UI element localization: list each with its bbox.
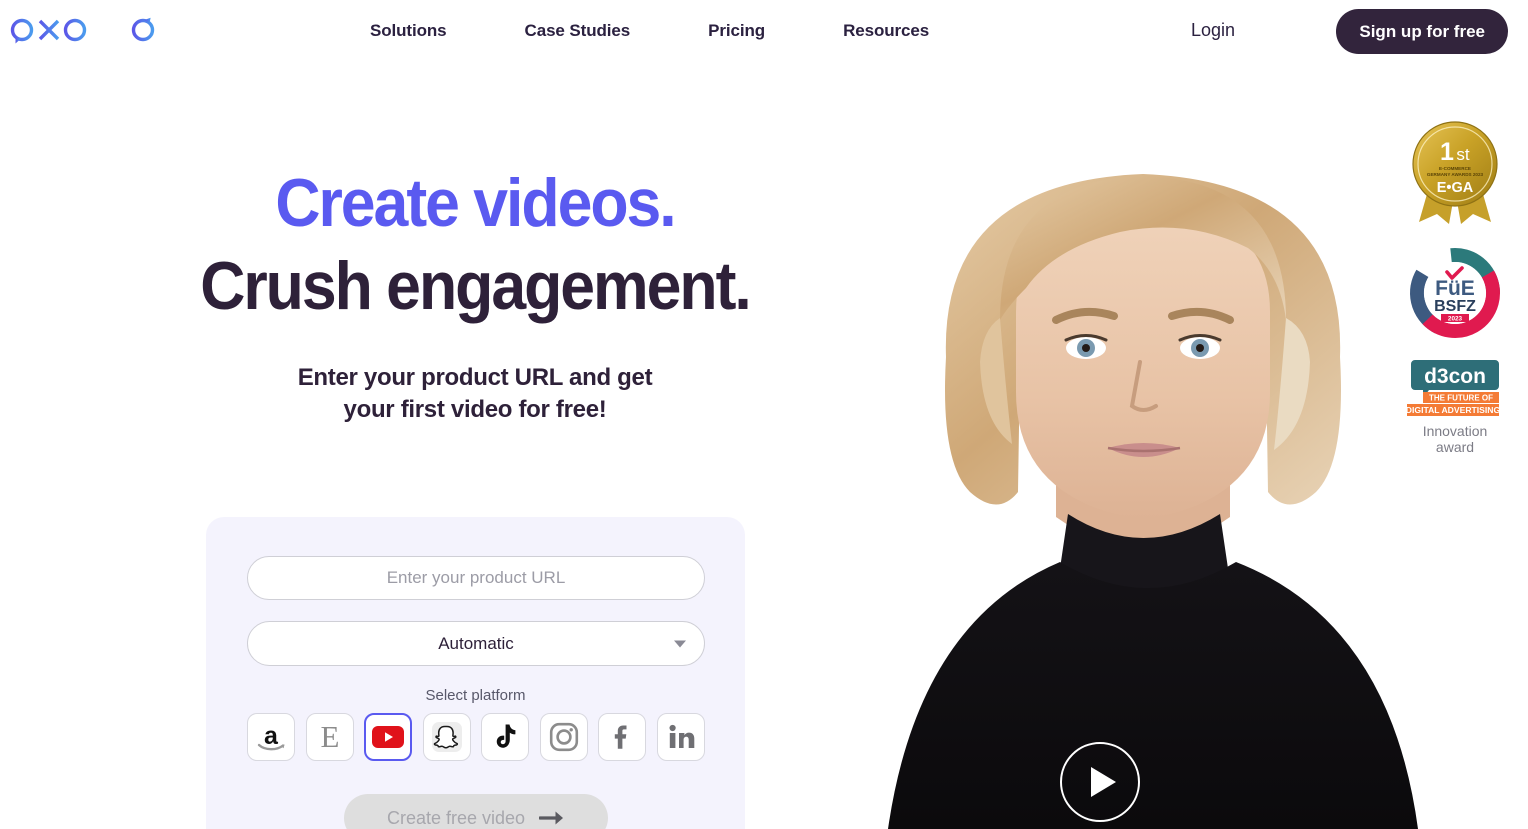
arrow-right-icon bbox=[539, 811, 564, 825]
platform-option-snapchat[interactable] bbox=[422, 713, 471, 761]
oxolo-logo[interactable] bbox=[10, 16, 156, 46]
create-free-video-button[interactable]: Create free video bbox=[344, 794, 608, 829]
platform-option-youtube[interactable] bbox=[364, 713, 413, 761]
svg-text:2023: 2023 bbox=[1448, 316, 1463, 323]
etsy-icon: E bbox=[320, 720, 339, 754]
svg-text:1: 1 bbox=[1440, 138, 1454, 166]
award-badges: 1 st E-COMMERCE GERMANY AWARDS 2023 E•GA… bbox=[1404, 118, 1506, 455]
nav-item-case-studies[interactable]: Case Studies bbox=[525, 21, 631, 41]
chevron-down-icon bbox=[674, 640, 686, 647]
svg-text:BSFZ: BSFZ bbox=[1434, 298, 1476, 315]
hero-left-column: Create videos. Crush engagement. Enter y… bbox=[0, 62, 760, 829]
page-root: Solutions Case Studies Pricing Resources… bbox=[0, 0, 1528, 829]
create-free-video-label: Create free video bbox=[386, 807, 526, 828]
snapchat-icon bbox=[431, 722, 462, 752]
svg-text:GERMANY AWARDS 2023: GERMANY AWARDS 2023 bbox=[1427, 172, 1484, 177]
platform-option-linkedin[interactable] bbox=[656, 713, 705, 761]
platform-option-etsy[interactable]: E bbox=[305, 713, 354, 761]
d3con-innovation-award-badge: d3con THE FUTURE OF DIGITAL ADVERTISING … bbox=[1405, 360, 1505, 455]
tiktok-icon bbox=[496, 724, 516, 748]
d3con-caption-line-2: award bbox=[1435, 439, 1475, 456]
svg-text:THE FUTURE OF: THE FUTURE OF bbox=[1429, 393, 1493, 402]
fue-bsfz-badge: FüE BSFZ 2023 bbox=[1409, 247, 1501, 339]
platform-selector: a E bbox=[247, 713, 705, 761]
svg-text:st: st bbox=[1456, 145, 1470, 164]
select-platform-label: Select platform bbox=[425, 687, 526, 704]
facebook-icon bbox=[615, 725, 627, 749]
subheadline-line-2: your first video for free! bbox=[343, 396, 607, 424]
youtube-icon bbox=[372, 726, 405, 748]
video-generator-form: Automatic Select platform a E bbox=[206, 517, 745, 829]
d3con-caption: Innovation award bbox=[1423, 423, 1488, 455]
signup-button[interactable]: Sign up for free bbox=[1336, 9, 1508, 54]
platform-option-facebook[interactable] bbox=[598, 713, 647, 761]
ecommerce-germany-awards-badge: 1 st E-COMMERCE GERMANY AWARDS 2023 E•GA bbox=[1405, 118, 1505, 226]
amazon-icon: a bbox=[257, 722, 285, 751]
svg-text:d3con: d3con bbox=[1424, 365, 1486, 388]
instagram-icon bbox=[549, 722, 578, 752]
svg-text:E•GA: E•GA bbox=[1437, 180, 1474, 196]
d3con-caption-line-1: Innovation bbox=[1422, 423, 1488, 439]
d3con-icon: d3con THE FUTURE OF DIGITAL ADVERTISING bbox=[1406, 360, 1501, 416]
gold-medal-icon: 1 st E-COMMERCE GERMANY AWARDS 2023 E•GA bbox=[1412, 121, 1498, 224]
product-url-input[interactable] bbox=[247, 556, 705, 600]
mode-select-value: Automatic bbox=[438, 633, 514, 653]
platform-option-tiktok[interactable] bbox=[481, 713, 530, 761]
svg-text:E-COMMERCE: E-COMMERCE bbox=[1439, 166, 1471, 171]
svg-text:DIGITAL ADVERTISING: DIGITAL ADVERTISING bbox=[1406, 405, 1501, 415]
svg-text:a: a bbox=[264, 722, 279, 750]
platform-option-instagram[interactable] bbox=[539, 713, 588, 761]
nav-item-solutions[interactable]: Solutions bbox=[370, 21, 447, 41]
fue-bsfz-icon: FüE BSFZ 2023 bbox=[1410, 248, 1500, 338]
play-button[interactable] bbox=[1060, 742, 1140, 822]
main-nav: Solutions Case Studies Pricing Resources bbox=[370, 0, 929, 62]
nav-item-pricing[interactable]: Pricing bbox=[708, 21, 765, 41]
svg-text:E: E bbox=[320, 720, 339, 754]
login-link[interactable]: Login bbox=[1191, 20, 1235, 41]
site-header: Solutions Case Studies Pricing Resources… bbox=[0, 0, 1528, 62]
mode-select[interactable]: Automatic bbox=[247, 621, 705, 666]
platform-option-amazon[interactable]: a bbox=[247, 713, 295, 761]
svg-text:FüE: FüE bbox=[1435, 277, 1475, 300]
subheadline-line-1: Enter your product URL and get bbox=[297, 364, 653, 391]
play-icon bbox=[1090, 767, 1116, 797]
nav-item-resources[interactable]: Resources bbox=[843, 21, 929, 41]
linkedin-icon bbox=[669, 724, 695, 748]
